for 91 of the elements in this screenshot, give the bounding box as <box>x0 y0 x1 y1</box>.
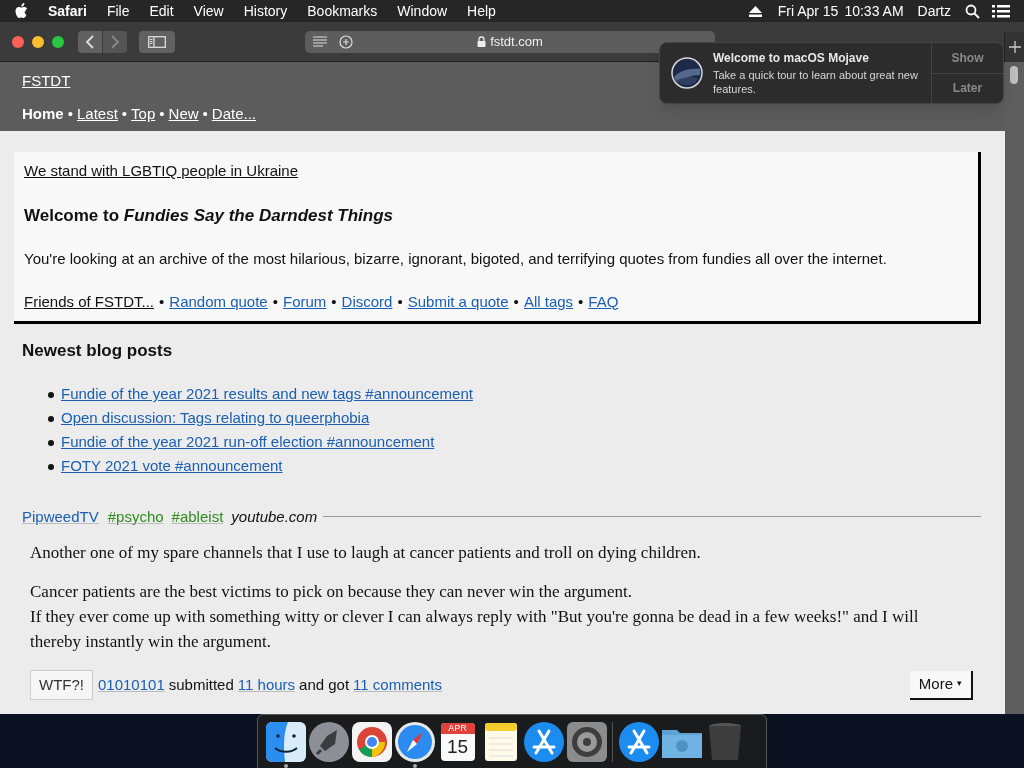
separator-dot: • <box>272 291 278 312</box>
meta-text: submitted <box>168 674 234 695</box>
blog-post-link[interactable]: Fundie of the year 2021 run-off election #announcement <box>61 431 435 454</box>
app-store-icon[interactable] <box>616 720 661 764</box>
user-name[interactable]: Dartz <box>917 0 951 22</box>
menu-time[interactable]: 10:33 AM <box>844 0 904 22</box>
blog-post-link[interactable]: Fundie of the year 2021 results and new tags #announcement <box>61 383 473 406</box>
menu-item[interactable]: Bookmarks <box>307 0 378 22</box>
blog-post-link[interactable]: FOTY 2021 vote #announcement <box>61 455 283 478</box>
plus-icon <box>1008 41 1021 53</box>
blog-post-link[interactable]: Open discussion: Tags relating to queerphobia <box>61 407 370 430</box>
notification-action-button[interactable]: Show <box>932 43 1003 74</box>
chevron-right-icon <box>110 34 120 49</box>
window-control[interactable] <box>12 35 24 48</box>
quote-text: Cancer patients are the best victims to pick on because they can never win the argument. <box>30 581 634 603</box>
intro-text: You're looking at an archive of the most hilarious, bizarre, ignorant, bigoted, and terrifying quotes from fundies all over the internet. <box>24 249 888 269</box>
notification-body: Take a quick tour to learn about great new features. <box>713 68 919 96</box>
scrollbar[interactable] <box>1005 62 1024 714</box>
menu-item[interactable]: View <box>193 0 224 22</box>
menu-item[interactable]: History <box>243 0 288 22</box>
footer-link[interactable]: Forum <box>282 290 327 313</box>
separator-dot: • <box>397 291 403 312</box>
eject-icon[interactable] <box>748 5 762 17</box>
sidebar-button[interactable] <box>139 30 175 53</box>
separator-dot: • <box>331 291 337 312</box>
chevron-left-icon <box>85 34 95 49</box>
source-text: youtube.com <box>231 506 318 527</box>
menu-date[interactable]: Fri Apr 15 <box>777 0 839 22</box>
address-bar[interactable]: fstdt.com <box>305 30 715 53</box>
submitter-link[interactable]: 01010101 <box>98 673 165 697</box>
notice-link[interactable]: We stand with LGBTIQ people in Ukraine <box>24 160 299 183</box>
nav-link[interactable]: Date... <box>211 102 256 125</box>
separator-dot: • <box>202 103 208 124</box>
menu-item[interactable]: Edit <box>149 0 174 22</box>
search-icon[interactable] <box>965 3 980 19</box>
mojave-icon <box>671 57 703 89</box>
new-tab-button[interactable] <box>1004 32 1024 62</box>
meta-text: and got <box>299 674 350 695</box>
app-store-icon[interactable] <box>521 720 566 764</box>
menu-item[interactable]: Help <box>467 0 496 22</box>
bullet-icon <box>48 415 54 422</box>
site-title-link[interactable]: FSTDT <box>22 70 71 93</box>
browser-icon[interactable] <box>349 720 394 764</box>
bullet-icon <box>48 439 54 446</box>
notification-banner[interactable]: Welcome to macOS Mojave Take a quick tour to learn about great new features. Show Later <box>659 42 1004 104</box>
bullet-icon <box>48 391 54 398</box>
blog-heading: Newest blog posts <box>22 340 174 362</box>
separator-dot: • <box>159 291 165 312</box>
notification-title: Welcome to macOS Mojave <box>713 51 870 66</box>
nav-link[interactable]: Top <box>131 102 156 125</box>
lock-icon <box>477 36 487 47</box>
window-control[interactable] <box>52 35 64 48</box>
separator-dot: • <box>159 103 165 124</box>
window-control[interactable] <box>32 35 44 48</box>
tag-link[interactable]: #ableist <box>171 505 224 528</box>
notification-action-button[interactable]: Later <box>932 73 1003 103</box>
friends-menu-link[interactable]: Friends of FSTDT... <box>24 290 155 313</box>
sidebar-icon <box>148 35 166 48</box>
add-icon[interactable] <box>339 34 353 49</box>
footer-link[interactable]: Discord <box>341 290 393 313</box>
apple-icon[interactable] <box>14 3 28 19</box>
quote-text: Another one of my spare channels that I use to laugh at cancer patients and troll on dying children. <box>30 542 702 564</box>
separator-dot: • <box>578 291 584 312</box>
author-link[interactable]: PipweedTV <box>22 505 99 528</box>
welcome-heading: Welcome to Fundies Say the Darndest Things <box>24 204 395 227</box>
quote-text: If they ever come up with something witty or clever I can always reply with "But you're gonna be dead in a few weeks!" and I will thereby instantly win the argument. <box>30 606 920 653</box>
footer-link[interactable]: FAQ <box>588 290 619 313</box>
time-link[interactable]: 11 hours <box>237 673 296 697</box>
finder-icon[interactable] <box>263 720 308 764</box>
back-button[interactable] <box>78 30 102 53</box>
list-icon[interactable] <box>992 4 1010 18</box>
more-button[interactable]: More ▾ <box>909 670 973 700</box>
footer-link[interactable]: All tags <box>523 290 574 313</box>
nav-link[interactable]: New <box>168 102 199 125</box>
app-menu[interactable]: Safari <box>48 0 87 22</box>
calendar-icon[interactable]: APR 15 <box>440 723 475 761</box>
nav-link[interactable]: Latest <box>76 102 118 125</box>
comments-link[interactable]: 11 comments <box>353 673 443 697</box>
footer-link[interactable]: Submit a quote <box>407 290 509 313</box>
footer-link[interactable]: Random quote <box>169 290 268 313</box>
separator-dot: • <box>121 103 128 124</box>
tag-link[interactable]: #psycho <box>107 505 164 528</box>
menu-item[interactable]: File <box>106 0 130 22</box>
compass-icon[interactable] <box>392 720 437 764</box>
nav-link[interactable]: Home <box>22 102 64 125</box>
separator-dot: • <box>67 103 73 124</box>
separator-dot: • <box>513 291 519 312</box>
bullet-icon <box>48 463 54 470</box>
reaction-button[interactable]: WTF?! <box>30 670 93 700</box>
url-text[interactable]: fstdt.com <box>490 31 543 52</box>
menu-item[interactable]: Window <box>397 0 448 22</box>
